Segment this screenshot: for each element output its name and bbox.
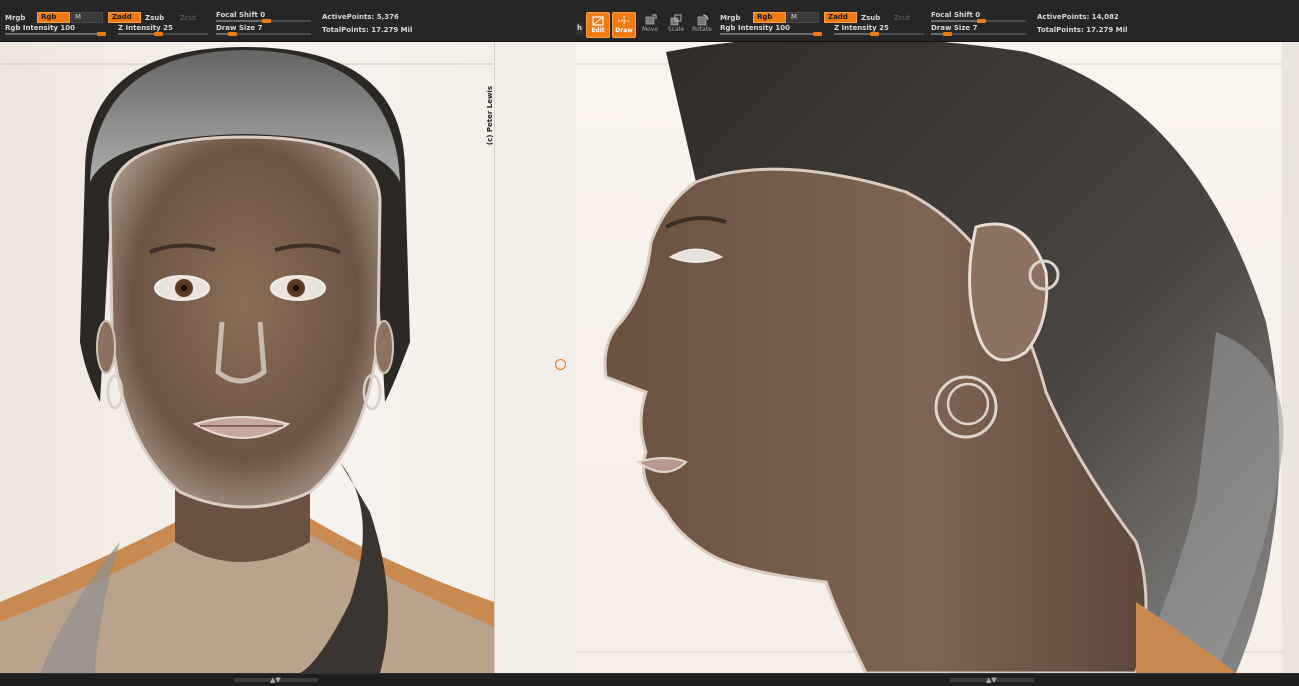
focal-shift-slider-right[interactable]: Focal Shift 0 <box>931 11 1026 23</box>
scale-icon <box>670 14 682 26</box>
active-points-readout-right: ActivePoints: 14,082 <box>1037 13 1119 21</box>
scale-button[interactable]: Scale <box>664 12 688 38</box>
active-points-readout: ActivePoints: 5,376 <box>322 13 399 21</box>
focal-shift-slider[interactable]: Focal Shift 0 <box>216 11 311 23</box>
side-view-canvas[interactable] <box>576 42 1299 673</box>
zsub-toggle[interactable]: Zsub <box>145 13 164 23</box>
total-points-readout-right: TotalPoints: 17.279 Mil <box>1037 26 1128 34</box>
bottom-bar: ▲▼ ▲▼ <box>0 673 1299 686</box>
zcut-toggle-right[interactable]: Zcut <box>894 13 910 23</box>
zadd-toggle[interactable]: Zadd <box>108 12 141 23</box>
draw-size-thumb-right[interactable] <box>943 32 952 36</box>
zsub-toggle-right[interactable]: Zsub <box>861 13 880 23</box>
draw-size-slider-right[interactable]: Draw Size 7 <box>931 24 1026 36</box>
draw-size-slider[interactable]: Draw Size 7 <box>216 24 311 36</box>
focal-shift-thumb[interactable] <box>262 19 271 23</box>
zcut-toggle[interactable]: Zcut <box>180 13 196 23</box>
left-toolbar: Mrgb Rgb M Zadd Zsub Zcut Rgb Intensity … <box>0 0 576 42</box>
rgb-intensity-slider[interactable]: Rgb Intensity 100 <box>5 24 106 36</box>
draw-icon <box>618 16 630 26</box>
total-points-readout: TotalPoints: 17.279 Mil <box>322 26 413 34</box>
watermark: (c) Peter Lewis <box>486 86 494 146</box>
mrgb-toggle-right[interactable]: Mrgb <box>720 13 740 23</box>
brush-cursor <box>555 359 566 370</box>
rgb-intensity-thumb[interactable] <box>97 32 106 36</box>
rgb-toggle[interactable]: Rgb <box>37 12 70 23</box>
mrgb-toggle[interactable]: Mrgb <box>5 13 25 23</box>
z-intensity-thumb-right[interactable] <box>870 32 879 36</box>
right-toolbar: h Edit Draw Move Scale Rotate Mrgb Rgb M… <box>576 0 1299 42</box>
rotate-button[interactable]: Rotate <box>690 12 714 38</box>
edit-button[interactable]: Edit <box>586 12 610 38</box>
move-button[interactable]: Move <box>638 12 662 38</box>
front-view-canvas[interactable]: (c) Peter Lewis <box>0 42 576 673</box>
draw-size-thumb[interactable] <box>228 32 237 36</box>
side-view-model <box>576 42 1299 673</box>
rgb-intensity-thumb-right[interactable] <box>813 32 822 36</box>
z-intensity-slider[interactable]: Z Intensity 25 <box>118 24 208 36</box>
draw-button[interactable]: Draw <box>612 12 636 38</box>
rotate-icon <box>697 14 709 26</box>
z-intensity-slider-right[interactable]: Z Intensity 25 <box>834 24 924 36</box>
m-toggle-right[interactable]: M <box>787 12 819 23</box>
edit-icon <box>592 16 604 26</box>
focal-shift-thumb-right[interactable] <box>977 19 986 23</box>
left-expand-arrows-icon[interactable]: ▲▼ <box>270 675 281 685</box>
rgb-intensity-slider-right[interactable]: Rgb Intensity 100 <box>720 24 822 36</box>
zadd-toggle-right[interactable]: Zadd <box>824 12 857 23</box>
rgb-toggle-right[interactable]: Rgb <box>753 12 786 23</box>
z-intensity-thumb[interactable] <box>154 32 163 36</box>
h-label[interactable]: h <box>576 23 583 35</box>
m-toggle[interactable]: M <box>71 12 103 23</box>
move-icon <box>645 14 657 25</box>
right-expand-arrows-icon[interactable]: ▲▼ <box>986 675 997 685</box>
